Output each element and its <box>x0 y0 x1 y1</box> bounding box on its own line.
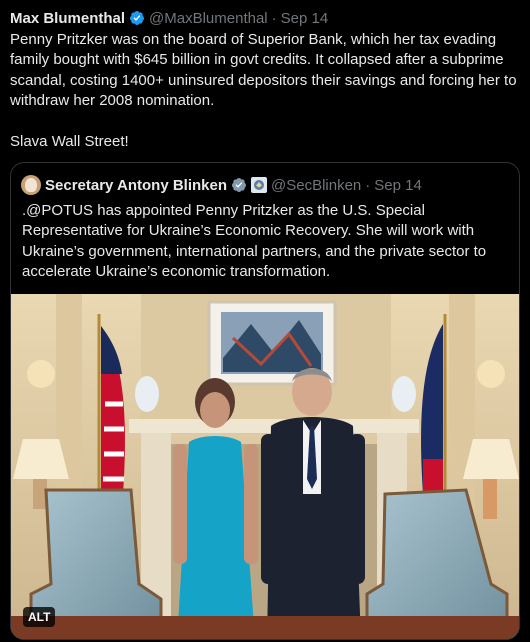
separator-dot: · <box>365 176 371 194</box>
government-badge-icon <box>251 177 267 193</box>
verified-badge-icon <box>130 11 145 25</box>
quoted-tweet-header: Secretary Antony Blinken @SecBlinken · S… <box>21 175 422 195</box>
quoted-tweet[interactable]: Secretary Antony Blinken @SecBlinken · S… <box>10 162 520 640</box>
quoted-tweet-date[interactable]: Sep 14 <box>374 177 422 194</box>
quoted-author-handle[interactable]: @SecBlinken <box>271 177 361 194</box>
quoted-tweet-text: .@POTUS has appointed Penny Pritzker as … <box>22 202 487 281</box>
tweet[interactable]: Max Blumenthal @MaxBlumenthal · Sep 14 P… <box>0 0 530 642</box>
photo-illustration <box>11 294 519 639</box>
separator-dot: · <box>271 9 277 27</box>
quoted-author-name[interactable]: Secretary Antony Blinken <box>45 177 227 194</box>
author-handle[interactable]: @MaxBlumenthal <box>149 10 268 27</box>
avatar[interactable] <box>21 175 41 195</box>
tweet-text: Penny Pritzker was on the board of Super… <box>10 30 522 152</box>
tweet-header: Max Blumenthal @MaxBlumenthal · Sep 14 <box>10 8 328 28</box>
tweet-photo[interactable]: ALT <box>11 294 519 639</box>
verified-badge-icon <box>231 178 246 192</box>
tweet-date[interactable]: Sep 14 <box>281 10 329 27</box>
tweet-text-paragraph: Slava Wall Street! <box>10 132 129 150</box>
alt-text-button[interactable]: ALT <box>23 607 56 627</box>
tweet-text-paragraph: Penny Pritzker was on the board of Super… <box>10 31 517 110</box>
author-name[interactable]: Max Blumenthal <box>10 10 125 27</box>
